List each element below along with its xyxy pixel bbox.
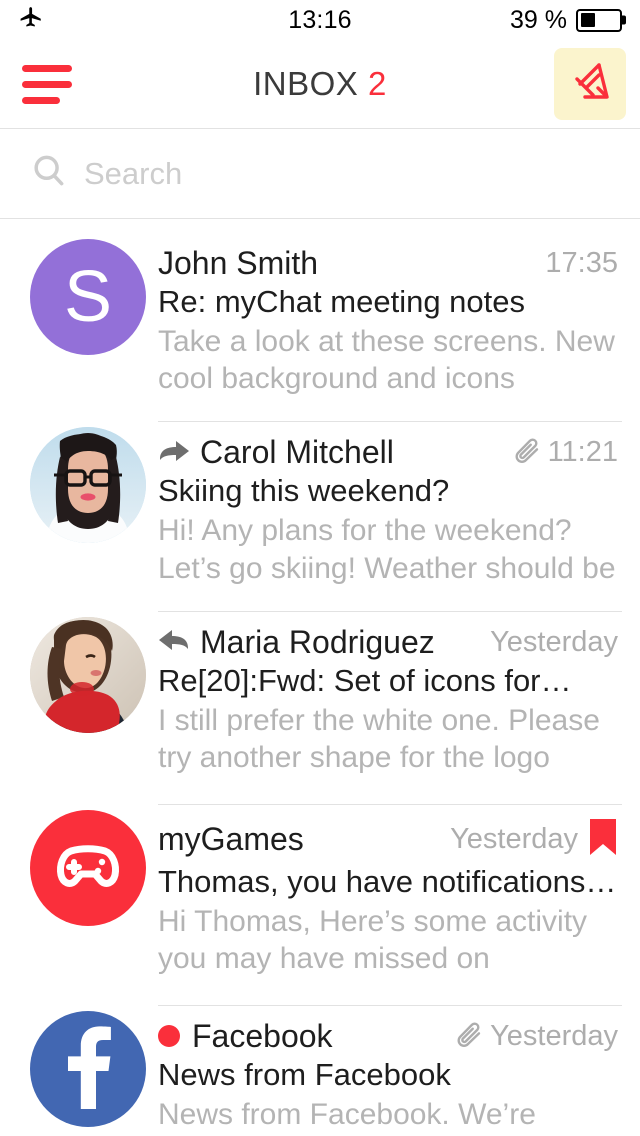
mail-timestamp: Yesterday (490, 1019, 618, 1052)
mail-preview: Hi! Any plans for the weekend? Let’s go … (158, 514, 616, 585)
avatar (30, 809, 146, 926)
mail-list-item[interactable]: myGames Yesterday Thomas, you have notific… (0, 790, 640, 991)
page-title: INBOX 2 (0, 65, 640, 103)
mail-timestamp: Yesterday (490, 625, 618, 658)
avatar (30, 616, 146, 733)
mail-subject: Re[20]:Fwd: Set of icons for… (158, 662, 572, 698)
mail-subject: News from Facebook (158, 1056, 451, 1092)
flag-bookmark-icon[interactable] (588, 817, 618, 862)
mail-sender: John Smith (158, 245, 319, 281)
mail-preview: I still prefer the white one. Please try… (158, 703, 600, 780)
avatar-container[interactable] (18, 421, 158, 586)
status-bar-right: 39 % (510, 6, 622, 35)
mail-item-header: Carol Mitchell 11:21 (158, 434, 618, 471)
avatar: S (30, 239, 146, 355)
battery-icon (576, 8, 622, 32)
search-icon (30, 152, 68, 195)
navigation-bar: INBOX 2 (0, 40, 640, 129)
compose-button[interactable] (554, 48, 626, 120)
mail-item-header: myGames Yesterday (158, 817, 618, 862)
mail-list-item[interactable]: Carol Mitchell 11:21 Skiing this weekend? H… (0, 407, 640, 596)
mail-timestamp: 11:21 (547, 436, 618, 469)
mail-item-header: John Smith 17:35 (158, 245, 618, 282)
avatar (30, 427, 146, 544)
woman-with-glasses-photo (30, 427, 146, 544)
unread-dot-indicator (158, 1025, 180, 1048)
avatar-container[interactable] (18, 611, 158, 780)
avatar-container[interactable] (18, 1005, 158, 1136)
mail-preview: Take a look at these screens. New cool b… (158, 325, 615, 396)
mail-meta: Yesterday (476, 626, 618, 659)
mail-list-item[interactable]: S John Smith 17:35 Re: myChat meeting notes… (0, 219, 640, 407)
mail-sender: Carol Mitchell (200, 434, 394, 471)
mail-sender: Maria Rodriguez (200, 623, 435, 660)
forwarded-arrow-icon (158, 439, 190, 467)
mail-meta: Yesterday (436, 817, 618, 862)
reply-arrow-icon (158, 628, 190, 656)
mail-timestamp: 17:35 (545, 247, 618, 279)
woman-with-red-scarf-photo (30, 616, 146, 733)
avatar-container[interactable] (18, 804, 158, 981)
gamepad-icon (51, 831, 125, 905)
mail-subject: Re: myChat meeting notes (158, 284, 526, 319)
mail-preview: Hi Thomas, Here’s some activity you may … (158, 904, 588, 981)
mail-item-body: Carol Mitchell 11:21 Skiing this weekend? H… (158, 421, 622, 586)
mail-preview: News from Facebook. We’re writing to let… (158, 1097, 558, 1136)
facebook-f-icon (30, 1011, 146, 1127)
mail-item-header: Facebook Yesterday (158, 1018, 618, 1055)
mail-subject: Thomas, you have notifications… (158, 863, 617, 899)
attachment-paperclip-icon (512, 435, 542, 470)
mail-list-item[interactable]: Maria Rodriguez Yesterday Re[20]:Fwd: Set … (0, 597, 640, 790)
mail-sender: myGames (158, 820, 304, 857)
avatar-container[interactable]: S (18, 233, 158, 397)
mail-item-body: John Smith 17:35 Re: myChat meeting notes T… (158, 233, 622, 397)
mail-item-header: Maria Rodriguez Yesterday (158, 624, 618, 661)
attachment-paperclip-icon (454, 1019, 484, 1054)
mail-meta: 17:35 (531, 247, 618, 280)
mail-sender: Facebook (192, 1017, 333, 1054)
battery-percent-label: 39 % (510, 5, 567, 34)
mail-item-body: Facebook Yesterday News from Facebook News … (158, 1004, 622, 1136)
mail-list-item[interactable]: Facebook Yesterday News from Facebook News … (0, 991, 640, 1136)
mail-timestamp: Yesterday (450, 822, 578, 855)
avatar-initial: S (63, 257, 113, 337)
search-bar[interactable] (0, 129, 640, 219)
search-input[interactable] (84, 155, 610, 192)
mail-item-body: myGames Yesterday Thomas, you have notific… (158, 803, 622, 981)
page-title-text: INBOX (253, 65, 359, 102)
pencil-compose-icon (565, 57, 615, 112)
mail-meta: Yesterday (440, 1019, 618, 1054)
mail-meta: 11:21 (498, 435, 618, 470)
status-bar: 13:16 39 % (0, 0, 640, 40)
mail-subject: Skiing this weekend? (158, 473, 450, 509)
avatar (30, 1010, 146, 1127)
unread-count-badge: 2 (368, 65, 387, 102)
mail-list: S John Smith 17:35 Re: myChat meeting notes… (0, 219, 640, 1136)
mail-item-body: Maria Rodriguez Yesterday Re[20]:Fwd: Set … (158, 610, 622, 780)
